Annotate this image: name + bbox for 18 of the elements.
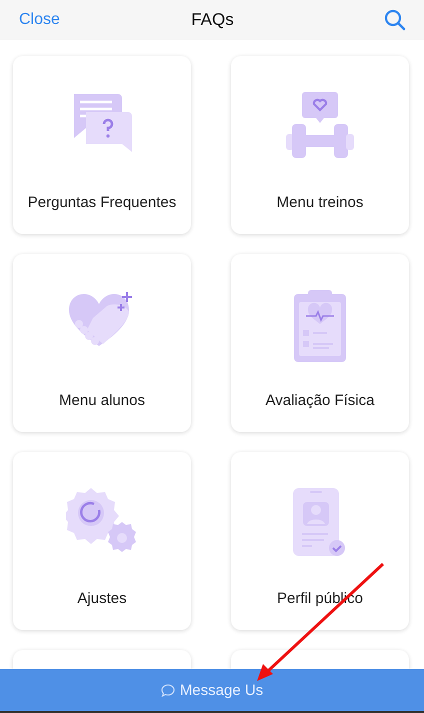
- card-label: Ajustes: [77, 590, 127, 607]
- card-label: Menu alunos: [59, 392, 145, 409]
- id-card-icon: [293, 488, 347, 558]
- category-card[interactable]: Avaliação Física: [231, 254, 409, 432]
- category-card[interactable]: Menu alunos: [13, 254, 191, 432]
- speech-bubble-icon: [160, 684, 175, 696]
- category-card[interactable]: Perguntas Frequentes: [13, 56, 191, 234]
- card-label: Perguntas Frequentes: [28, 194, 176, 211]
- gears-icon: [66, 488, 138, 552]
- card-label: Avaliação Física: [266, 392, 374, 409]
- category-card[interactable]: Menu treinos: [231, 56, 409, 234]
- clipboard-icon: [294, 290, 346, 362]
- heart-handshake-icon: [69, 290, 135, 348]
- card-label: Menu treinos: [276, 194, 364, 211]
- search-button[interactable]: [384, 9, 406, 31]
- category-card[interactable]: Ajustes: [13, 452, 191, 630]
- page-title: FAQs: [191, 10, 234, 30]
- dumbbell-icon: [286, 92, 354, 158]
